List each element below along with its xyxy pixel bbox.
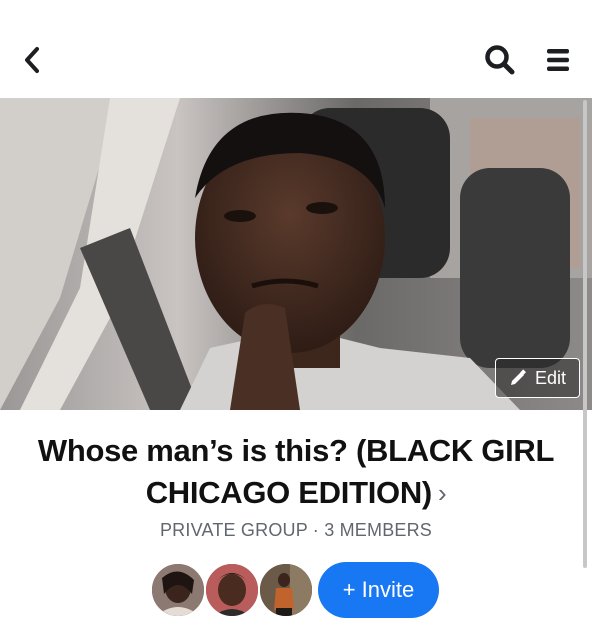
scrollbar[interactable] bbox=[583, 100, 587, 568]
member-avatar[interactable] bbox=[258, 562, 314, 618]
edit-label: Edit bbox=[534, 367, 567, 388]
back-button[interactable] bbox=[16, 42, 48, 78]
menu-icon bbox=[547, 49, 569, 71]
group-title[interactable]: Whose man’s is this? (BLACK GIRL CHICAGO… bbox=[30, 430, 562, 514]
invite-label: + Invite bbox=[342, 577, 415, 602]
search-button[interactable] bbox=[480, 40, 520, 80]
top-navigation-bar bbox=[0, 0, 592, 96]
group-title-text: Whose man’s is this? (BLACK GIRL CHICAGO… bbox=[37, 433, 555, 510]
chevron-right-icon: › bbox=[437, 478, 447, 508]
member-avatar[interactable] bbox=[204, 562, 260, 618]
group-meta: PRIVATE GROUP · 3 MEMBERS bbox=[159, 520, 433, 540]
pencil-icon bbox=[510, 369, 527, 385]
edit-cover-button[interactable]: Edit bbox=[495, 358, 580, 398]
invite-button[interactable]: + Invite bbox=[318, 562, 439, 618]
menu-button[interactable] bbox=[540, 40, 576, 80]
member-avatar[interactable] bbox=[150, 562, 206, 618]
chevron-left-icon bbox=[25, 47, 39, 73]
member-avatars[interactable] bbox=[150, 562, 320, 618]
search-icon bbox=[485, 45, 515, 75]
